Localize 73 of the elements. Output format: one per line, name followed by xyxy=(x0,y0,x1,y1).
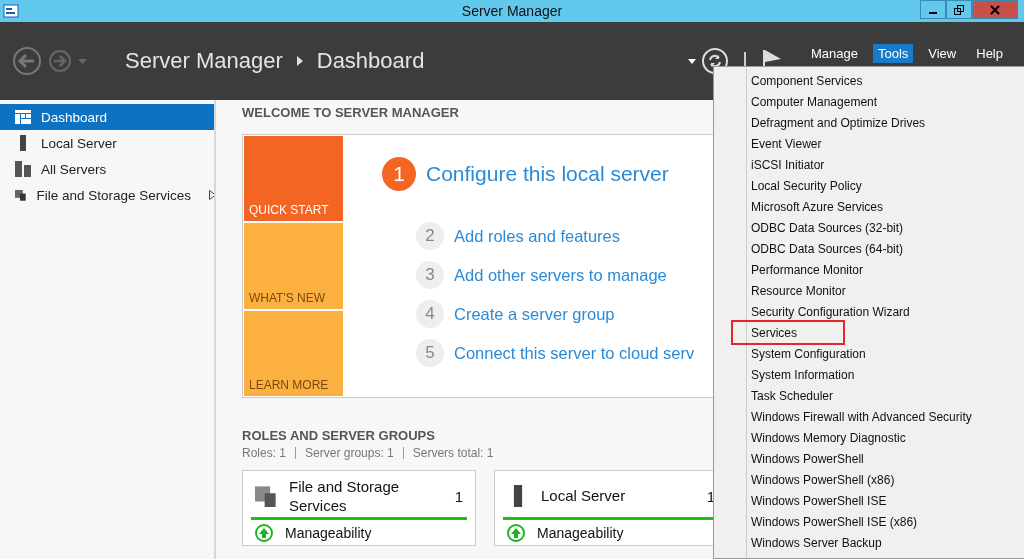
role-card[interactable]: File and Storage Services 1 Manageability xyxy=(242,470,476,546)
close-button[interactable] xyxy=(972,0,1018,19)
menu-item[interactable]: Security Configuration Wizard xyxy=(749,301,910,322)
step-number: 4 xyxy=(416,300,444,328)
caret-icon[interactable] xyxy=(687,58,696,64)
summary-text: Server groups: 1 xyxy=(305,446,394,460)
dashboard-icon xyxy=(15,110,31,124)
status-label: Manageability xyxy=(285,525,372,541)
section-heading: ROLES AND SERVER GROUPS xyxy=(242,428,435,443)
menu-item[interactable]: Windows PowerShell (x86) xyxy=(749,469,895,490)
sidebar-item[interactable]: All Servers xyxy=(0,156,214,182)
card-title: File and Storage Services xyxy=(289,476,401,516)
menu-item[interactable]: Local Security Policy xyxy=(749,175,862,196)
expand-arrow-icon[interactable] xyxy=(209,190,214,200)
breadcrumb-item[interactable]: Server Manager xyxy=(125,48,283,74)
menu-item[interactable]: System Information xyxy=(749,364,855,385)
step-link[interactable]: Connect this server to cloud serv xyxy=(454,343,695,363)
breadcrumb-arrow-icon xyxy=(296,56,303,66)
servers-icon xyxy=(15,161,31,177)
step-link[interactable]: Add other servers to manage xyxy=(454,265,667,285)
menu-item[interactable]: Resource Monitor xyxy=(749,280,846,301)
app-icon xyxy=(3,3,19,19)
close-icon xyxy=(990,4,1000,15)
menu-item[interactable]: Services xyxy=(733,322,843,343)
menu-item[interactable]: Windows Server Backup xyxy=(749,532,882,553)
summary-text: Roles: 1 xyxy=(242,446,287,460)
menu-item[interactable]: Manage xyxy=(805,44,863,63)
menu-item[interactable]: Windows Memory Diagnostic xyxy=(749,427,906,448)
menu-item[interactable]: Event Viewer xyxy=(749,133,822,154)
back-icon[interactable] xyxy=(12,46,42,76)
status-up-icon xyxy=(255,524,273,542)
menu-item[interactable]: Defragment and Optimize Drives xyxy=(749,112,926,133)
menu-item[interactable]: Task Scheduler xyxy=(749,385,834,406)
minimize-icon xyxy=(929,11,937,14)
card-count: 1 xyxy=(454,487,463,505)
step-number: 2 xyxy=(416,222,444,250)
restore-button[interactable] xyxy=(946,0,972,19)
menu-item[interactable]: View xyxy=(923,44,962,63)
status-up-icon xyxy=(507,524,525,542)
step-number: 5 xyxy=(416,339,444,367)
sidebar-item[interactable]: File and Storage Services xyxy=(0,182,214,208)
menu-item[interactable]: Windows PowerShell xyxy=(749,448,864,469)
menu-item[interactable]: Performance Monitor xyxy=(749,259,864,280)
step-link[interactable]: Configure this local server xyxy=(426,162,669,186)
status-label: Manageability xyxy=(537,525,624,541)
menu-item[interactable]: Tools xyxy=(872,44,914,63)
sidebar-item[interactable]: Local Server xyxy=(0,130,214,156)
menu-item[interactable]: Component Services xyxy=(749,70,863,91)
breadcrumb-item: Dashboard xyxy=(316,48,425,74)
summary-text: Servers total: 1 xyxy=(412,446,494,460)
menu-item[interactable]: iSCSI Initiator xyxy=(749,154,825,175)
step-link[interactable]: Add roles and features xyxy=(454,226,621,246)
minimize-button[interactable] xyxy=(920,0,946,19)
sidebar-item[interactable]: Dashboard xyxy=(0,104,214,130)
section-heading: WELCOME TO SERVER MANAGER xyxy=(242,105,459,120)
tile[interactable]: LEARN MORE xyxy=(244,310,343,396)
card-title: Local Server xyxy=(541,486,627,506)
restore-icon xyxy=(954,4,964,15)
menu-item[interactable]: Microsoft Azure Services xyxy=(749,196,884,217)
menu-item[interactable]: ODBC Data Sources (32-bit) xyxy=(749,217,904,238)
step-link[interactable]: Create a server group xyxy=(454,304,615,324)
step-number: 3 xyxy=(416,261,444,289)
tile[interactable]: WHAT'S NEW xyxy=(244,223,343,309)
menu-item[interactable]: Windows PowerShell ISE xyxy=(749,490,887,511)
menu-item[interactable]: Windows PowerShell ISE (x86) xyxy=(749,511,918,532)
menu-item[interactable]: ODBC Data Sources (64-bit) xyxy=(749,238,904,259)
menu-item[interactable]: Help xyxy=(971,44,1008,63)
refresh-icon[interactable] xyxy=(701,48,728,74)
window-title: Server Manager xyxy=(461,3,563,19)
menu-item[interactable]: Computer Management xyxy=(749,91,878,112)
step-number: 1 xyxy=(382,157,416,191)
menu-item[interactable]: Windows Firewall with Advanced Security xyxy=(749,406,972,427)
menu-item[interactable]: System Configuration xyxy=(749,343,866,364)
